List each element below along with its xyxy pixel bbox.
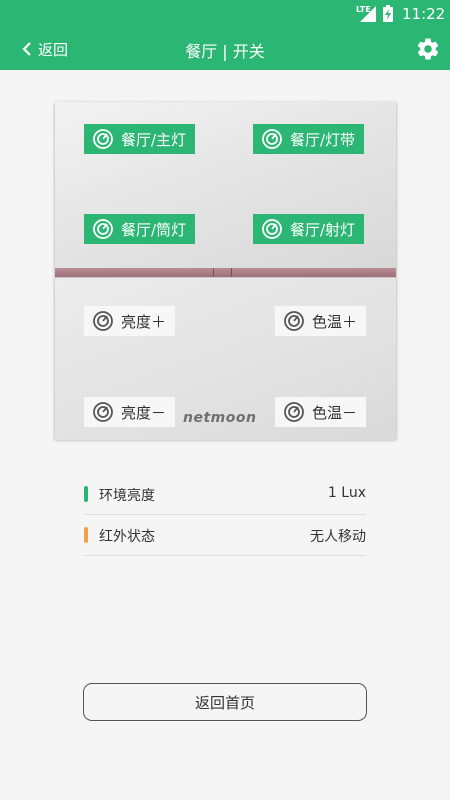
control-label: 亮度－	[121, 403, 167, 422]
dial-icon	[93, 311, 113, 331]
switch-label: 餐厅/射灯	[290, 220, 356, 239]
power-dial-icon	[262, 129, 282, 149]
status-bar: LTE 11:22	[0, 0, 450, 28]
switch-downlight-button[interactable]: 餐厅/筒灯	[84, 214, 196, 244]
power-dial-icon	[93, 219, 113, 239]
app-bar: 返回 餐厅 | 开关	[0, 28, 450, 70]
switch-panel: 餐厅/主灯 餐厅/灯带 餐厅/筒灯 餐厅/射灯 亮度＋ 色温＋ 亮度－ 色温－ …	[55, 102, 396, 440]
brand-logo: netmoon	[183, 410, 257, 426]
switch-main-light-button[interactable]: 餐厅/主灯	[84, 124, 196, 154]
status-indicator	[84, 527, 88, 543]
control-label: 色温＋	[312, 312, 358, 331]
control-label: 亮度＋	[121, 312, 167, 331]
dial-icon	[284, 311, 304, 331]
infrared-status-row: 红外状态 无人移动	[84, 515, 366, 556]
panel-upper-plate: 餐厅/主灯 餐厅/灯带 餐厅/筒灯 餐厅/射灯	[55, 102, 396, 269]
switch-label: 餐厅/灯带	[290, 130, 356, 149]
panel-divider	[55, 268, 396, 277]
power-dial-icon	[262, 219, 282, 239]
dial-icon	[284, 402, 304, 422]
clock: 11:22	[402, 5, 446, 23]
switch-light-strip-button[interactable]: 餐厅/灯带	[253, 124, 365, 154]
panel-lower-plate: 亮度＋ 色温＋ 亮度－ 色温－ netmoon	[55, 277, 396, 440]
switch-label: 餐厅/筒灯	[121, 220, 187, 239]
control-label: 色温－	[312, 403, 358, 422]
power-dial-icon	[93, 129, 113, 149]
color-temp-down-button[interactable]: 色温－	[275, 397, 367, 427]
dial-icon	[93, 402, 113, 422]
ambient-brightness-row: 环境亮度 1 Lux	[84, 474, 366, 515]
switch-spotlight-button[interactable]: 餐厅/射灯	[253, 214, 365, 244]
signal-icon	[360, 6, 376, 22]
row-value: 无人移动	[310, 529, 366, 545]
brightness-up-button[interactable]: 亮度＋	[84, 306, 176, 336]
status-indicator	[84, 486, 88, 502]
row-value: 1 Lux	[327, 485, 366, 501]
row-label: 环境亮度	[99, 488, 155, 504]
gear-icon[interactable]	[415, 36, 441, 62]
color-temp-up-button[interactable]: 色温＋	[275, 306, 367, 336]
return-home-button[interactable]: 返回首页	[83, 683, 367, 721]
row-label: 红外状态	[99, 529, 155, 545]
brightness-down-button[interactable]: 亮度－	[84, 397, 176, 427]
battery-charging-icon	[383, 5, 393, 22]
page-title: 餐厅 | 开关	[185, 42, 265, 61]
switch-label: 餐厅/主灯	[121, 130, 187, 149]
